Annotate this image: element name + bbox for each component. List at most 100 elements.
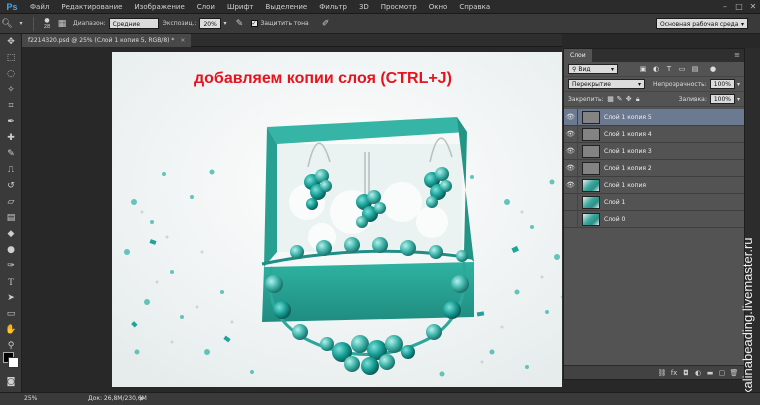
menu-item[interactable]: Фильтр	[313, 0, 353, 14]
watermark-text: kalinabeading.livemaster.ru	[740, 237, 755, 395]
search-icon: ⚲	[572, 66, 577, 73]
menu-item[interactable]: Редактирование	[55, 0, 128, 14]
menu-item[interactable]: Файл	[24, 0, 55, 14]
layer-row[interactable]: 👁︎ Слой 1 копия 3	[564, 142, 744, 160]
layer-row[interactable]: 👁︎ Слой 1 копия 5	[564, 108, 744, 126]
path-select-tool-icon[interactable]: ➤	[0, 290, 22, 306]
menu-item[interactable]: Шрифт	[221, 0, 260, 14]
close-icon[interactable]: ×	[180, 37, 185, 44]
healing-brush-tool-icon[interactable]: ✚	[0, 130, 22, 146]
exposure-field[interactable]: 20%	[199, 18, 222, 29]
lock-pixels-icon[interactable]: ✎	[616, 94, 624, 104]
layer-row[interactable]: 👁︎ Слой 1 копия 4	[564, 125, 744, 143]
quick-select-tool-icon[interactable]: ✧	[0, 82, 22, 98]
lock-transparency-icon[interactable]: ▦	[607, 94, 615, 104]
minimize-button[interactable]: –	[718, 0, 732, 13]
layer-row[interactable]: 👁︎ Слой 1 копия	[564, 176, 744, 194]
document-tab[interactable]: f2214320.psd @ 25% (Слой 1 копия 5, RGB/…	[22, 34, 192, 47]
background-color-swatch[interactable]	[8, 357, 19, 368]
pixel-filter-icon[interactable]: ▣	[638, 64, 648, 74]
menu-item[interactable]: Окно	[423, 0, 454, 14]
type-tool-icon[interactable]: T	[0, 274, 22, 290]
layer-row[interactable]: 👁︎ Слой 1 копия 2	[564, 159, 744, 177]
menu-item[interactable]: Просмотр	[375, 0, 423, 14]
blend-mode-select[interactable]: Перекрытие ▾	[568, 79, 645, 89]
eye-icon[interactable]: 👁︎	[564, 176, 578, 194]
filter-toggle-icon[interactable]: ●	[708, 64, 718, 74]
tool-preset-dropdown-icon[interactable]: ▾	[14, 17, 28, 31]
airbrush-icon[interactable]: ✎	[233, 17, 247, 31]
lock-position-icon[interactable]: ✥	[625, 94, 633, 104]
link-icon[interactable]: ⛓	[656, 369, 668, 377]
exposure-value: 20%	[203, 21, 217, 28]
protect-tones-checkbox[interactable]: ✓ Защитить тона	[250, 20, 309, 27]
quick-mask-icon[interactable]: ◙	[0, 374, 22, 390]
hand-tool-icon[interactable]: ✋	[0, 322, 22, 338]
gradient-tool-icon[interactable]: ▤	[0, 210, 22, 226]
move-tool-icon[interactable]: ✥	[0, 34, 22, 50]
separator	[33, 16, 34, 31]
dodge-tool-icon[interactable]: ●	[0, 242, 22, 258]
blur-tool-icon[interactable]: ◆	[0, 226, 22, 242]
close-button[interactable]: ✕	[746, 0, 760, 13]
maximize-button[interactable]: □	[732, 0, 746, 13]
status-menu-arrow-icon[interactable]: ▶	[140, 393, 145, 405]
exposure-dropdown-icon[interactable]: ▾	[223, 20, 226, 27]
tab-layers[interactable]: Слои	[564, 49, 592, 62]
eye-icon[interactable]: 👁︎	[564, 159, 578, 177]
canvas-area[interactable]: добавляем копии слоя (CTRL+J)	[22, 47, 562, 392]
layers-list: 👁︎ Слой 1 копия 5 👁︎ Слой 1 копия 4 👁︎ Слой 1…	[564, 108, 744, 228]
layer-row[interactable]: Слой 1	[564, 193, 744, 211]
dodge-tool-icon[interactable]: 🔍︎	[0, 17, 14, 31]
adjustment-icon[interactable]: ◐	[692, 369, 704, 377]
zoom-field[interactable]: 25%	[24, 393, 37, 405]
clone-stamp-tool-icon[interactable]: ⎍	[0, 162, 22, 178]
mask-icon[interactable]: ◘	[680, 369, 692, 377]
menu-item[interactable]: Выделение	[260, 0, 314, 14]
smart-object-filter-icon[interactable]: ▤	[690, 64, 700, 74]
eye-hidden-icon[interactable]	[564, 193, 578, 211]
eye-icon[interactable]: 👁︎	[564, 125, 578, 143]
layer-filter-row: ⚲ Вид ▾ ▣ ◐ T ▭ ▤ ●	[564, 62, 744, 77]
fx-icon[interactable]: fx	[668, 369, 680, 377]
lock-row: Закрепить: ▦ ✎ ✥ 🔒︎ Заливка: 100% ▾	[564, 92, 744, 107]
brush-panel-icon[interactable]: ▦	[55, 17, 69, 31]
adjustment-filter-icon[interactable]: ◐	[651, 64, 661, 74]
menu-item[interactable]: Изображение	[128, 0, 190, 14]
fill-field[interactable]: 100%	[709, 94, 735, 104]
folder-icon[interactable]: ▬	[704, 369, 716, 377]
eye-hidden-icon[interactable]	[564, 210, 578, 228]
menu-bar: Ps Файл Редактирование Изображение Слои Шриф…	[0, 0, 760, 14]
chevron-down-icon: ▾	[610, 66, 614, 73]
options-bar: 🔍︎ ▾ ● 28 ▦ Диапазон: Средние тона ▾ Экс…	[0, 14, 760, 39]
eyedropper-tool-icon[interactable]: ✒	[0, 114, 22, 130]
brush-tool-icon[interactable]: ✎	[0, 146, 22, 162]
brush-preview[interactable]: ● 28	[39, 17, 55, 30]
crop-tool-icon[interactable]: ⌗	[0, 98, 22, 114]
menu-item[interactable]: 3D	[353, 0, 375, 14]
shape-filter-icon[interactable]: ▭	[677, 64, 687, 74]
window-controls: – □ ✕	[718, 0, 760, 13]
marquee-tool-icon[interactable]: ⬚	[0, 50, 22, 66]
lasso-tool-icon[interactable]: ◌	[0, 66, 22, 82]
history-brush-tool-icon[interactable]: ↺	[0, 178, 22, 194]
eye-icon[interactable]: 👁︎	[564, 142, 578, 160]
panel-menu-icon[interactable]: ≡	[734, 51, 740, 59]
pressure-size-icon[interactable]: ✐	[319, 17, 333, 31]
eye-icon[interactable]: 👁︎	[564, 108, 578, 126]
layer-row[interactable]: Слой 0	[564, 210, 744, 228]
new-layer-icon[interactable]: ▢	[716, 369, 728, 377]
opacity-field[interactable]: 100%	[709, 79, 735, 89]
type-filter-icon[interactable]: T	[664, 64, 674, 74]
eraser-tool-icon[interactable]: ▱	[0, 194, 22, 210]
exposure-label: Экспозиц.:	[162, 20, 197, 27]
shape-tool-icon[interactable]: ▭	[0, 306, 22, 322]
pen-tool-icon[interactable]: ✑	[0, 258, 22, 274]
workspace-select[interactable]: Основная рабочая среда ▾	[656, 18, 748, 29]
lock-all-icon[interactable]: 🔒︎	[634, 94, 642, 104]
document-image[interactable]: добавляем копии слоя (CTRL+J)	[112, 52, 562, 387]
layer-filter-select[interactable]: ⚲ Вид ▾	[568, 64, 618, 74]
range-select[interactable]: Средние тона ▾	[108, 18, 159, 39]
menu-item[interactable]: Слои	[191, 0, 221, 14]
menu-item[interactable]: Справка	[453, 0, 496, 14]
